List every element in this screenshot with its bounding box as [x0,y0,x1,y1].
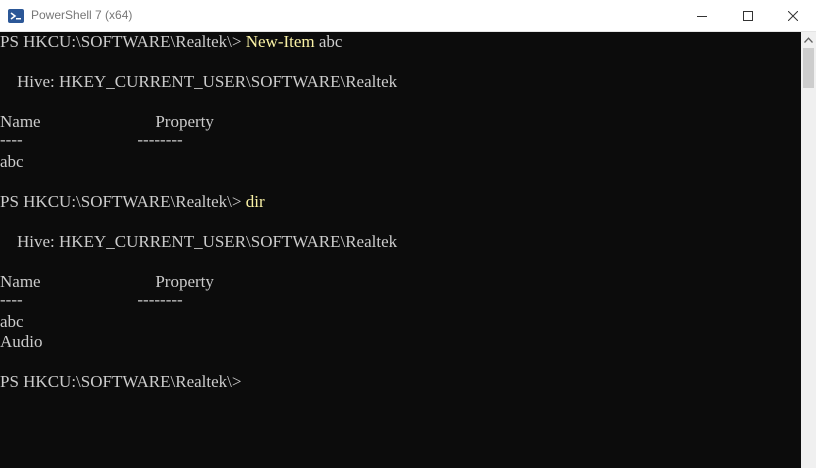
command-text: dir [245,192,265,211]
prompt-line: PS HKCU:\SOFTWARE\Realtek\> New-Item abc [0,32,342,52]
scroll-up-button[interactable] [801,32,816,46]
prompt-text: PS HKCU:\SOFTWARE\Realtek\> [0,32,246,51]
hive-line: Hive: HKEY_CURRENT_USER\SOFTWARE\Realtek [0,72,398,91]
close-button[interactable] [770,0,816,31]
close-icon [788,10,798,21]
chevron-up-icon [804,30,813,48]
minimize-button[interactable] [679,0,725,31]
command-text: New-Item [245,32,315,51]
maximize-icon [743,10,753,21]
table-divider: ---- -------- [0,290,183,309]
table-row: abc [0,312,24,331]
hive-line: Hive: HKEY_CURRENT_USER\SOFTWARE\Realtek [0,232,398,251]
vertical-scrollbar[interactable] [801,32,816,468]
title-bar[interactable]: PowerShell 7 (x64) [0,0,816,32]
console-output[interactable]: PS HKCU:\SOFTWARE\Realtek\> New-Item abc… [0,32,801,468]
maximize-button[interactable] [725,0,771,31]
prompt-line: PS HKCU:\SOFTWARE\Realtek\> dir [0,192,265,212]
table-header: Name Property [0,112,214,131]
table-header: Name Property [0,272,214,291]
scroll-thumb[interactable] [803,48,814,88]
window-title: PowerShell 7 (x64) [31,8,133,22]
table-row: Audio [0,332,43,351]
table-row: abc [0,152,24,171]
powershell-icon [8,8,24,24]
table-divider: ---- -------- [0,130,183,149]
minimize-icon [697,11,707,21]
command-argument: abc [314,32,343,51]
prompt-line: PS HKCU:\SOFTWARE\Realtek\> [0,372,242,391]
prompt-text: PS HKCU:\SOFTWARE\Realtek\> [0,192,246,211]
